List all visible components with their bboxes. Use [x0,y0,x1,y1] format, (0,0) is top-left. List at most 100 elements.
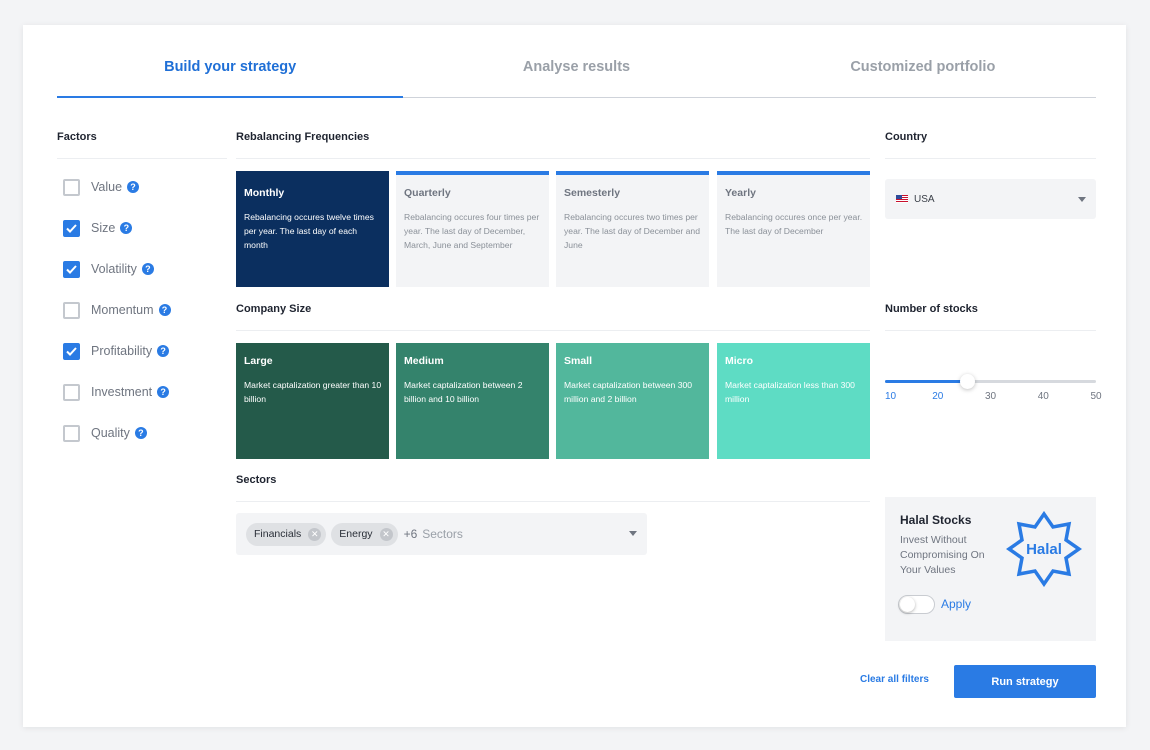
rebalancing-title: Rebalancing Frequencies [236,131,370,143]
run-strategy-button[interactable]: Run strategy [954,665,1096,698]
help-icon[interactable]: ? [157,386,170,398]
more-sectors-label: Sectors [422,527,463,541]
chevron-down-icon [1078,197,1086,202]
rebalancing-option-yearly[interactable]: Yearly Rebalancing occures once per year.… [717,171,870,287]
factor-size[interactable]: Size? [63,218,133,238]
tab-analyse-results[interactable]: Analyse results [403,25,749,97]
us-flag-icon [896,195,908,203]
company-size-divider [236,330,870,331]
factors-divider [57,158,227,159]
factor-checkbox[interactable] [63,219,80,237]
factor-label: Value [91,180,123,194]
company-size-title: Company Size [236,303,312,315]
option-description: Market captalization between 2 billion a… [404,380,523,404]
option-title: Monthly [244,187,285,199]
factor-checkbox[interactable] [63,383,80,401]
apply-label[interactable]: Apply [941,597,971,611]
company-size-option-micro[interactable]: Micro Market captalization less than 300 … [717,343,870,459]
factor-label: Momentum [91,303,154,317]
factor-checkbox[interactable] [63,342,80,360]
option-title: Semesterly [564,187,621,199]
factor-label: Size [91,221,116,235]
option-title: Small [564,355,593,367]
option-title: Micro [725,355,754,367]
factor-checkbox[interactable] [63,178,80,196]
option-description: Rebalancing occures twelve times per yea… [244,212,374,250]
tab-customized-portfolio[interactable]: Customized portfolio [750,25,1096,97]
factor-profitability[interactable]: Profitability? [63,341,170,361]
slider-tick-label: 30 [984,391,997,402]
halal-description: Invest Without Compromising On Your Valu… [900,534,985,576]
help-icon[interactable]: ? [120,222,133,234]
option-title: Quarterly [404,187,451,199]
factor-value[interactable]: Value? [63,177,140,197]
help-icon[interactable]: ? [158,304,171,316]
factor-momentum[interactable]: Momentum? [63,300,171,320]
sector-chip-financials: Financials ✕ [246,522,327,546]
slider-tick-label: 50 [1090,391,1102,402]
chevron-down-icon [629,531,637,536]
strategy-card: Build your strategy Analyse results Cust… [23,25,1126,727]
factors-title: Factors [57,131,97,143]
help-icon[interactable]: ? [141,263,154,275]
slider-ticks: 10 20 30 40 50 [885,391,1105,405]
halal-badge-text: Halal [1026,541,1062,558]
factor-label: Volatility [91,262,137,276]
factor-volatility[interactable]: Volatility? [63,259,154,279]
stocks-divider [885,330,1096,331]
factor-quality[interactable]: Quality? [63,423,147,443]
factor-checkbox[interactable] [63,424,80,442]
sectors-select[interactable]: Financials ✕ Energy ✕ +6 Sectors [236,513,647,555]
country-select[interactable]: USA [885,179,1096,219]
clear-filters-link[interactable]: Clear all filters [860,674,929,685]
option-title: Medium [404,355,444,367]
company-size-option-small[interactable]: Small Market captalization between 300 mi… [556,343,709,459]
help-icon[interactable]: ? [127,181,140,193]
country-value: USA [914,193,935,205]
factor-checkbox[interactable] [63,301,80,319]
rebalancing-option-quarterly[interactable]: Quarterly Rebalancing occures four times … [396,171,549,287]
slider-tick-label: 20 [932,391,944,402]
option-description: Market captalization between 300 million… [564,380,693,404]
toggle-knob [900,597,915,612]
help-icon[interactable]: ? [157,345,170,357]
sector-chip-label: Energy [339,528,373,540]
country-divider [885,158,1096,159]
stocks-title: Number of stocks [885,303,978,315]
remove-chip-icon[interactable]: ✕ [308,527,322,541]
option-description: Rebalancing occures four times per year.… [404,212,540,250]
option-title: Yearly [725,187,756,199]
company-size-option-large[interactable]: Large Market captalization greater than 1… [236,343,389,459]
option-description: Market captalization less than 300 milli… [725,380,855,404]
stocks-slider[interactable] [885,374,1096,389]
slider-tick-label: 10 [885,391,897,402]
company-size-option-medium[interactable]: Medium Market captalization between 2 bil… [396,343,549,459]
remove-chip-icon[interactable]: ✕ [379,527,393,541]
halal-panel: Halal Stocks Invest Without Compromising… [885,497,1096,641]
step-tabs: Build your strategy Analyse results Cust… [57,25,1096,98]
slider-tick-label: 40 [1037,391,1049,402]
factor-investment[interactable]: Investment? [63,382,170,402]
option-description: Rebalancing occures once per year. The l… [725,212,863,236]
sector-chip-label: Financials [254,528,302,540]
option-description: Market captalization greater than 10 bil… [244,380,382,404]
more-sectors-count: +6 [403,527,418,541]
slider-fill [885,380,968,383]
option-description: Rebalancing occures two times per year. … [564,212,700,250]
slider-handle[interactable] [960,374,976,389]
rebalancing-divider [236,158,870,159]
tab-build-strategy[interactable]: Build your strategy [57,25,404,98]
halal-star-icon: Halal [1006,511,1082,587]
halal-title: Halal Stocks [900,513,972,527]
option-title: Large [244,355,273,367]
rebalancing-option-semesterly[interactable]: Semesterly Rebalancing occures two times … [556,171,709,287]
sector-chip-energy: Energy ✕ [331,522,398,546]
country-title: Country [885,131,928,143]
halal-toggle[interactable] [898,595,935,614]
sectors-title: Sectors [236,474,277,486]
factor-checkbox[interactable] [63,260,80,278]
factor-label: Investment [91,385,153,399]
rebalancing-option-monthly[interactable]: Monthly Rebalancing occures twelve times … [236,171,389,287]
help-icon[interactable]: ? [134,427,147,439]
factor-label: Quality [91,426,130,440]
